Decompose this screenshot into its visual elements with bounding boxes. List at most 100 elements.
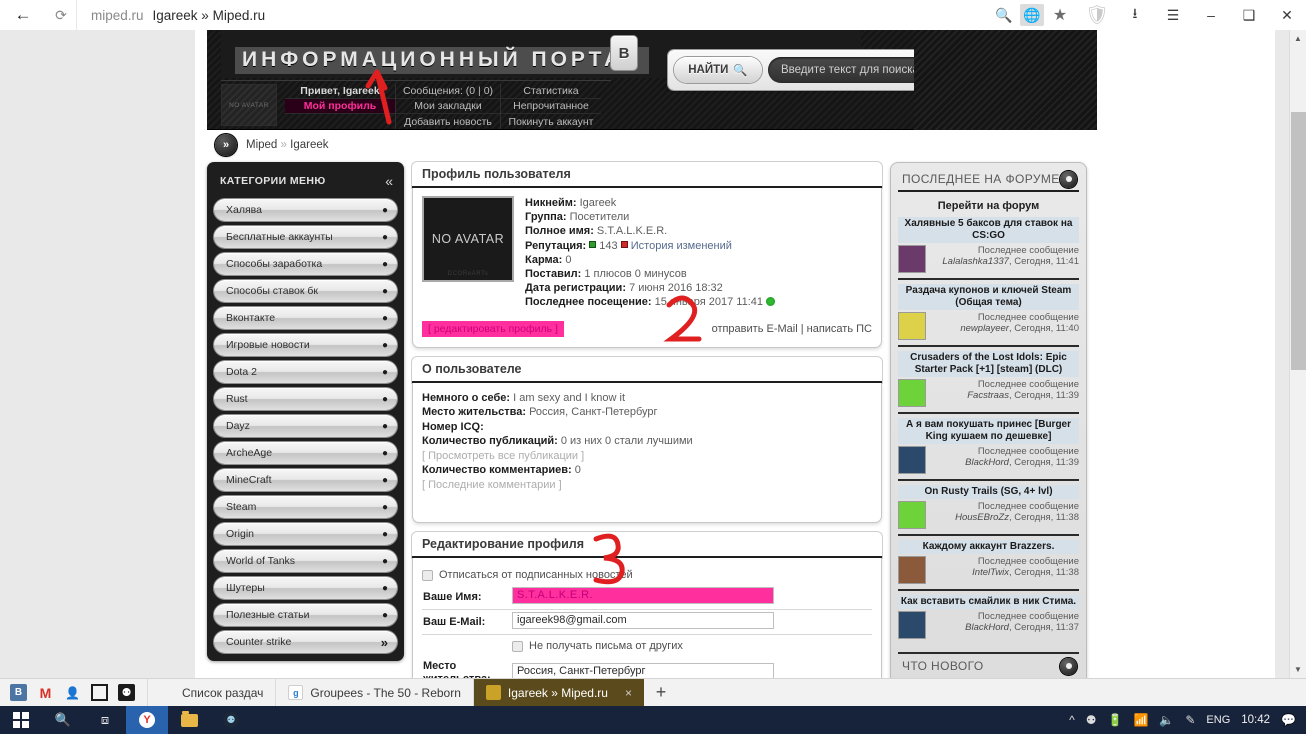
language-indicator[interactable]: ENG [1206,714,1230,726]
sidebar-item[interactable]: Counter strike » [214,631,397,653]
steam-tray-icon[interactable]: ⚉ [1086,713,1097,727]
sidebar-item[interactable]: Халява ● [214,199,397,221]
sidebar-item[interactable]: Шутеры ● [214,577,397,599]
zoom-out-icon[interactable]: 🔍 [990,2,1018,28]
sidebar-item[interactable]: Dayz ● [214,415,397,437]
forum-thread-author[interactable]: HousEBroZz [955,512,1009,523]
sidebar-item[interactable]: Origin ● [214,523,397,545]
forum-thread-title[interactable]: Раздача купонов и ключей Steam (Общая те… [898,284,1079,310]
forum-thread-title[interactable]: А я вам покушать принес [Burger King куш… [898,418,1079,444]
unsubscribe-row[interactable]: Отписаться от подписанных новостей [422,566,872,585]
forum-thread[interactable]: Как вставить смайлик в ник Стима. Последн… [898,589,1079,644]
add-news-link[interactable]: Добавить новость [396,114,500,129]
forum-thread-author[interactable]: BlackHord [965,622,1009,633]
forum-thread[interactable]: Crusaders of the Lost Idols: Epic Starte… [898,345,1079,412]
sidebar-item[interactable]: Steam ● [214,496,397,518]
sidebar-item[interactable]: World of Tanks ● [214,550,397,572]
pen-icon[interactable]: ✎ [1185,713,1195,727]
vertical-scrollbar[interactable]: ▲ ▼ [1289,30,1306,678]
close-icon[interactable]: ✕ [1268,0,1306,30]
gmail-icon[interactable]: M [37,684,54,701]
edit-profile-link[interactable]: [ редактировать профиль ] [422,320,564,337]
vk-icon[interactable]: B [10,684,27,701]
forum-thread-title[interactable]: Каждому аккаунт Brazzers. [898,540,1079,554]
notifications-icon[interactable]: 💬 [1281,713,1296,727]
scrollbar-thumb[interactable] [1291,112,1306,370]
send-email-link[interactable]: отправить E-Mail [712,323,798,335]
square-icon[interactable] [91,684,108,701]
sidebar-item[interactable]: Dota 2 ● [214,361,397,383]
forum-thread-title[interactable]: Crusaders of the Lost Idols: Epic Starte… [898,351,1079,377]
forum-knob-icon[interactable] [1060,170,1077,188]
show-hidden-icon[interactable]: ^ [1069,713,1075,727]
forum-thread[interactable]: On Rusty Trails (SG, 4+ lvl) Последнее со… [898,479,1079,534]
volume-icon[interactable]: 🔈 [1159,713,1174,727]
clock[interactable]: 10:42 [1241,714,1270,726]
globe-icon[interactable]: 🌐 [1020,4,1044,26]
minimize-icon[interactable]: ‒ [1192,0,1230,30]
browser-tab[interactable]: Igareek » Miped.ru × [472,679,644,706]
sidebar-item[interactable]: ArcheAge ● [214,442,397,464]
statistics-link[interactable]: Статистика [501,84,601,99]
sidebar-item[interactable]: Способы ставок бк ● [214,280,397,302]
browser-tab[interactable]: g Groupees - The 50 - Reborn [275,679,473,706]
back-arrow-icon[interactable]: ← [0,0,46,30]
steam-icon[interactable]: ⚉ [210,706,252,734]
forum-thread-author[interactable]: Facstraas [967,390,1009,401]
user-icon[interactable]: 👤 [64,684,81,701]
task-view-icon[interactable]: ⧈ [84,706,126,734]
search-icon[interactable]: 🔍 [42,706,84,734]
unsubscribe-checkbox[interactable] [422,569,433,581]
search-input[interactable]: Введите текст для поиска... [768,57,1062,83]
no-mail-checkbox[interactable] [512,640,523,652]
forum-thread[interactable]: Халявные 5 баксов для ставок на CS:GO Пос… [898,217,1079,278]
sidebar-item[interactable]: Бесплатные аккаунты ● [214,226,397,248]
address-bar[interactable]: miped.ru Igareek » Miped.ru [76,0,990,30]
forum-thread-author[interactable]: newplayeer [960,323,1009,334]
text-input[interactable]: Россия, Санкт-Петербург [512,663,774,678]
last-comments-link[interactable]: [ Последние комментарии ] [422,478,872,493]
bookmarks-link[interactable]: Мои закладки [396,99,500,114]
forum-thread[interactable]: А я вам покушать принес [Burger King куш… [898,412,1079,479]
sidebar-item[interactable]: Способы заработка ● [214,253,397,275]
download-icon[interactable]: ⭳ [1116,0,1154,30]
sidebar-item[interactable]: Полезные статьи ● [214,604,397,626]
sidebar-item[interactable]: Игровые новости ● [214,334,397,356]
forum-thread-title[interactable]: On Rusty Trails (SG, 4+ lvl) [898,485,1079,499]
yandex-browser-icon[interactable]: Y [126,706,168,734]
wifi-icon[interactable]: 📶 [1133,713,1148,727]
menu-icon[interactable]: ☰ [1154,0,1192,30]
logout-link[interactable]: Покинуть аккаунт [501,114,601,129]
unread-link[interactable]: Непрочитанное [501,99,601,114]
reputation-minus-icon[interactable] [620,240,628,248]
breadcrumb-root[interactable]: Miped [246,139,277,151]
chevron-double-left-icon[interactable]: « [385,173,393,189]
forum-thread-author[interactable]: Lalalashka1337 [942,256,1009,267]
my-profile-link[interactable]: Мой профиль [285,99,395,114]
reload-icon[interactable]: ⟳ [46,0,76,30]
sidebar-item[interactable]: Вконтакте ● [214,307,397,329]
view-all-posts-link[interactable]: [ Просмотреть все публикации ] [422,449,872,464]
tab-close-icon[interactable]: × [625,686,632,700]
steam-icon[interactable]: ⚉ [118,684,135,701]
star-icon[interactable]: ★ [1046,2,1074,28]
forum-thread-title[interactable]: Халявные 5 баксов для ставок на CS:GO [898,217,1079,243]
battery-icon[interactable]: 🔋 [1108,713,1123,727]
scroll-down-arrow-icon[interactable]: ▼ [1290,661,1306,678]
messages-link[interactable]: Сообщения: (0 | 0) [396,84,500,99]
browser-tab[interactable]: Список раздач [147,679,275,706]
forum-thread[interactable]: Каждому аккаунт Brazzers. Последнее сообщ… [898,534,1079,589]
sidebar-item[interactable]: Rust ● [214,388,397,410]
text-input[interactable]: igareek98@gmail.com [512,612,774,630]
new-tab-button[interactable]: + [644,679,678,706]
restore-icon[interactable]: ❑ [1230,0,1268,30]
windows-start-icon[interactable] [0,706,42,734]
search-submit-button[interactable]: НАЙТИ 🔍 [674,57,762,83]
file-explorer-icon[interactable] [168,706,210,734]
send-pm-link[interactable]: написать ПС [807,323,872,335]
whats-new-knob-icon[interactable] [1060,657,1077,675]
forum-thread-author[interactable]: BlackHord [965,457,1009,468]
forum-thread-title[interactable]: Как вставить смайлик в ник Стима. [898,595,1079,609]
text-input[interactable]: S.T.A.L.K.E.R. [512,587,774,605]
no-mail-row-inner[interactable]: Не получать письма от других [512,637,872,656]
